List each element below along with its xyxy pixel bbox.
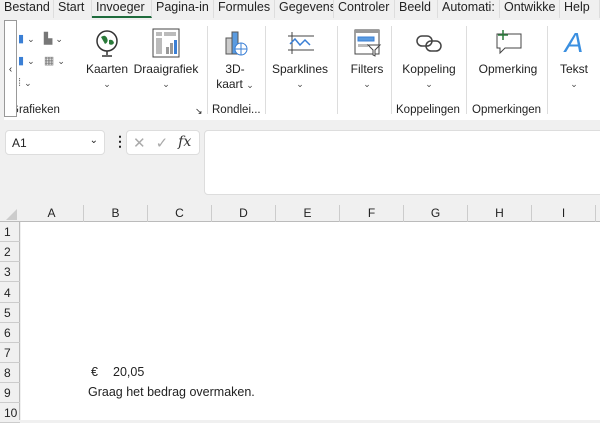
pivot-chart-icon <box>151 28 181 58</box>
text-icon: A <box>564 27 584 58</box>
row-header-1[interactable]: 1 <box>0 222 20 242</box>
select-all-button[interactable] <box>0 205 20 222</box>
row-headers: 1 2 3 4 5 6 7 8 9 10 <box>0 222 20 423</box>
column-header-e[interactable]: E <box>276 205 340 222</box>
chevron-down-icon[interactable]: ⌄ <box>90 135 98 146</box>
3d-kaart-button[interactable]: 3D- kaart ⌄ <box>212 28 258 93</box>
3d-label: 3D- <box>225 62 245 76</box>
name-box[interactable]: A1 ⌄ <box>5 130 105 155</box>
row-header-10[interactable]: 10 <box>0 403 20 423</box>
koppeling-button[interactable]: Koppeling ⌄ <box>396 28 462 92</box>
cell-b9[interactable]: Graag het bedrag overmaken. <box>88 385 255 399</box>
draaigrafiek-button[interactable]: Draaigrafiek ⌄ <box>132 28 200 92</box>
column-header-b[interactable]: B <box>84 205 148 222</box>
dialog-launcher-icon[interactable]: ↘ <box>195 106 203 117</box>
name-box-value: A1 <box>12 136 27 150</box>
opmerking-button[interactable]: Opmerking <box>472 28 544 77</box>
column-header-d[interactable]: D <box>212 205 276 222</box>
ribbon: ▮ ⌄ ▙ ⌄ ▮ ⌄ ▦ ⌄ ⁞ ⌄ Kaarten ⌄ Draaigrafie… <box>4 20 600 120</box>
row-header-7[interactable]: 7 <box>0 343 20 363</box>
draaigrafiek-label: Draaigrafiek <box>133 62 199 76</box>
tekst-button[interactable]: A Tekst ⌄ <box>554 28 594 92</box>
ribbon-scroll-left-button[interactable]: ‹ <box>4 20 17 117</box>
kaart-label: kaart <box>216 77 243 91</box>
worksheet-grid[interactable]: € 20,05 Graag het bedrag overmaken. <box>21 222 600 420</box>
confirm-icon[interactable]: ✓ <box>156 134 169 152</box>
tab-gegevens[interactable]: Gegevens <box>275 0 334 18</box>
column-headers: A B C D E F G H I <box>0 205 600 222</box>
tab-ontwikkelaars[interactable]: Ontwikke <box>500 0 560 18</box>
3d-map-icon <box>220 28 250 58</box>
cell-b8-value[interactable]: 20,05 <box>113 365 144 379</box>
tab-start[interactable]: Start <box>54 0 92 18</box>
row-header-5[interactable]: 5 <box>0 303 20 323</box>
row-header-8[interactable]: 8 <box>0 363 20 383</box>
tab-pagina-indeling[interactable]: Pagina-in <box>152 0 214 18</box>
tab-help[interactable]: Help <box>560 0 600 18</box>
group-rondleidingen: Rondlei... <box>212 104 261 116</box>
column-header-f[interactable]: F <box>340 205 404 222</box>
tab-automatiseren[interactable]: Automati: <box>438 0 500 18</box>
filter-icon <box>352 28 382 58</box>
tekst-label: Tekst <box>559 62 588 76</box>
group-grafieken: Grafieken <box>10 104 60 116</box>
koppeling-label: Koppeling <box>402 62 456 76</box>
tab-formules[interactable]: Formules <box>214 0 275 18</box>
tab-bestand[interactable]: Bestand <box>0 0 54 18</box>
tab-invoegen[interactable]: Invoeger <box>92 0 152 18</box>
group-opmerkingen: Opmerkingen <box>472 104 542 116</box>
column-header-c[interactable]: C <box>148 205 212 222</box>
insert-function-icon[interactable]: fx <box>178 134 191 151</box>
more-options-icon[interactable]: ⋮ <box>113 133 127 150</box>
chart-type-buttons[interactable]: ▮ ⌄ ▙ ⌄ ▮ ⌄ ▦ ⌄ ⁞ ⌄ <box>18 28 78 94</box>
globe-icon <box>92 28 122 58</box>
cancel-icon[interactable]: ✕ <box>133 134 146 152</box>
column-header-a[interactable]: A <box>20 205 84 222</box>
ribbon-tabs: Bestand Start Invoeger Pagina-in Formule… <box>0 0 600 18</box>
sparklines-label: Sparklines <box>271 62 329 76</box>
column-header-h[interactable]: H <box>468 205 532 222</box>
filters-label: Filters <box>350 62 384 76</box>
row-header-2[interactable]: 2 <box>0 242 20 262</box>
row-header-6[interactable]: 6 <box>0 323 20 343</box>
tab-controleren[interactable]: Controler <box>334 0 395 18</box>
group-koppelingen: Koppelingen <box>396 104 460 116</box>
filters-button[interactable]: Filters ⌄ <box>342 28 392 92</box>
row-header-3[interactable]: 3 <box>0 262 20 282</box>
sparkline-icon <box>285 28 315 58</box>
formula-controls: ✕ ✓ fx <box>126 130 200 155</box>
column-header-i[interactable]: I <box>532 205 596 222</box>
sparklines-button[interactable]: Sparklines ⌄ <box>270 28 330 92</box>
cell-b8-currency[interactable]: € <box>91 365 98 379</box>
link-icon <box>414 28 444 58</box>
formula-bar[interactable] <box>204 130 600 195</box>
tab-beeld[interactable]: Beeld <box>395 0 438 18</box>
row-header-4[interactable]: 4 <box>0 283 20 303</box>
kaarten-button[interactable]: Kaarten ⌄ <box>84 28 130 92</box>
new-comment-icon <box>493 28 523 58</box>
kaarten-label: Kaarten <box>85 62 129 76</box>
column-header-g[interactable]: G <box>404 205 468 222</box>
row-header-9[interactable]: 9 <box>0 383 20 403</box>
opmerking-label: Opmerking <box>478 62 538 76</box>
